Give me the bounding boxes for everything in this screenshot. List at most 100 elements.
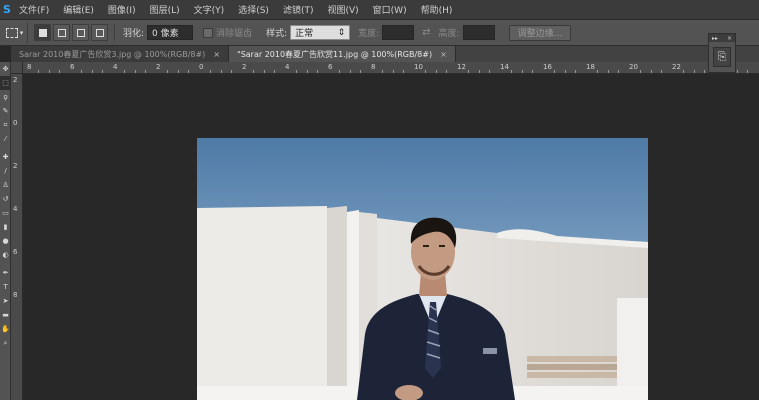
blur-tool-icon[interactable]: ● (0, 234, 11, 248)
history-panel-button[interactable]: ⎘ (713, 47, 731, 67)
move-tool-icon[interactable]: ✥ (0, 62, 11, 76)
style-label: 样式: (266, 29, 288, 39)
intersect-selection-button[interactable] (91, 24, 108, 41)
collapsed-panel: ▸▸ × ⎘ (708, 33, 736, 73)
chevron-updown-icon: ⇕ (337, 27, 346, 38)
ruler-h-label: 4 (285, 63, 290, 71)
shape-tool-icon[interactable]: ▬ (0, 308, 11, 322)
ruler-tick (596, 70, 598, 73)
menu-window[interactable]: 窗口(W) (368, 3, 412, 16)
ruler-tick (575, 70, 577, 73)
history-icon: ⎘ (717, 50, 727, 63)
ruler-h-label: 14 (500, 63, 509, 71)
new-selection-button[interactable] (34, 24, 51, 41)
menu-filter[interactable]: 滤镜(T) (278, 3, 319, 16)
ruler-tick (650, 70, 652, 73)
ruler-tick (489, 70, 491, 73)
clone-stamp-tool-icon[interactable]: ♙ (0, 178, 11, 192)
antialias-checkbox[interactable] (203, 27, 214, 38)
ruler-tick (553, 70, 555, 73)
tab-document-2[interactable]: "Sarar 2010春夏广告欣赏11.jpg @ 100%(RGB/8#) × (229, 46, 456, 62)
ruler-tick (639, 70, 641, 73)
healing-brush-tool-icon[interactable]: ✚ (0, 150, 11, 164)
vertical-ruler[interactable]: 2 0 2 4 6 8 (11, 74, 23, 400)
add-selection-button[interactable] (53, 24, 70, 41)
ruler-tick (102, 70, 104, 73)
refine-edge-button[interactable]: 调整边缘... (508, 24, 572, 41)
marquee-tool-icon[interactable]: ⬚ (0, 76, 11, 90)
ruler-h-label: 20 (629, 63, 638, 71)
close-icon[interactable]: × (213, 50, 220, 59)
selection-mode-group (34, 24, 115, 41)
pen-tool-icon[interactable]: ✒ (0, 266, 11, 280)
panel-header: ▸▸ × (709, 34, 735, 42)
ruler-h-label: 8 (371, 63, 376, 71)
crop-tool-icon[interactable]: ⌗ (0, 118, 11, 132)
document-image[interactable] (197, 138, 648, 400)
ruler-tick (510, 70, 512, 73)
expand-panels-icon[interactable]: ▸▸ (712, 35, 718, 42)
subtract-selection-button[interactable] (72, 24, 89, 41)
options-bar: ▾ 羽化: 0 像素 消除锯齿 样式: 正常 ⇕ 宽度: ⇄ 高度: 调整边缘.… (0, 20, 759, 46)
ruler-tick (424, 70, 426, 73)
swap-icon[interactable]: ⇄ (422, 27, 430, 38)
type-tool-icon[interactable]: T (0, 280, 11, 294)
height-input[interactable] (462, 25, 495, 40)
width-label: 宽度: (358, 29, 380, 39)
ruler-tick (123, 70, 125, 73)
menu-view[interactable]: 视图(V) (322, 3, 363, 16)
lasso-tool-icon[interactable]: ϙ (0, 90, 11, 104)
ruler-tick (59, 70, 61, 73)
menu-edit[interactable]: 编辑(E) (58, 3, 99, 16)
ruler-tick (263, 70, 265, 73)
history-brush-tool-icon[interactable]: ↺ (0, 192, 11, 206)
menu-type[interactable]: 文字(Y) (189, 3, 230, 16)
ruler-tick (607, 70, 609, 73)
gradient-tool-icon[interactable]: ▮ (0, 220, 11, 234)
height-label: 高度: (438, 29, 460, 39)
ruler-tick (446, 70, 448, 73)
ruler-origin[interactable] (11, 62, 23, 74)
menu-image[interactable]: 图像(I) (103, 3, 141, 16)
add-selection-icon (57, 28, 66, 37)
menu-select[interactable]: 选择(S) (233, 3, 274, 16)
menu-layer[interactable]: 图层(L) (145, 3, 185, 16)
ruler-tick (145, 70, 147, 73)
eraser-tool-icon[interactable]: ▭ (0, 206, 11, 220)
hand-tool-icon[interactable]: ✋ (0, 322, 11, 336)
ruler-tick (80, 70, 82, 73)
tab-label: "Sarar 2010春夏广告欣赏11.jpg @ 100%(RGB/8#) (237, 49, 433, 59)
marquee-icon (5, 27, 18, 38)
menu-help[interactable]: 帮助(H) (416, 3, 458, 16)
ruler-tick (478, 70, 480, 73)
ruler-tick (252, 70, 254, 73)
zoom-tool-icon[interactable]: ⌕ (0, 336, 11, 350)
dodge-tool-icon[interactable]: ◐ (0, 248, 11, 262)
ruler-h-label: 2 (242, 63, 247, 71)
eyedropper-tool-icon[interactable]: ⁄ (0, 132, 11, 146)
close-icon[interactable]: × (727, 35, 732, 42)
ruler-tick (295, 70, 297, 73)
close-icon[interactable]: × (440, 50, 447, 59)
tools-panel: ✥ ⬚ ϙ ✎ ⌗ ⁄ ✚ ∕ ♙ ↺ ▭ ▮ ● ◐ ✒ T ➤ ▬ ✋ ⌕ (0, 62, 11, 400)
horizontal-ruler[interactable]: 8642024681012141618202224 (23, 62, 759, 74)
width-input[interactable] (382, 25, 415, 40)
tool-preset-picker[interactable]: ▾ (2, 22, 28, 43)
ruler-tick (618, 70, 620, 73)
ruler-h-label: 0 (199, 63, 204, 71)
canvas-workspace[interactable] (24, 75, 759, 400)
brush-tool-icon[interactable]: ∕ (0, 164, 11, 178)
ruler-h-label: 6 (70, 63, 75, 71)
tab-document-1[interactable]: Sarar 2010春夏广告欣赏3.jpg @ 100%(RGB/8#) × (11, 46, 230, 62)
feather-input[interactable]: 0 像素 (147, 25, 194, 40)
menu-file[interactable]: 文件(F) (14, 3, 54, 16)
ruler-tick (349, 70, 351, 73)
ruler-tick (532, 70, 534, 73)
ruler-tick (177, 70, 179, 73)
antialias-label: 消除锯齿 (216, 29, 253, 39)
style-select[interactable]: 正常 ⇕ (290, 25, 351, 40)
path-selection-tool-icon[interactable]: ➤ (0, 294, 11, 308)
document-tab-bar: Sarar 2010春夏广告欣赏3.jpg @ 100%(RGB/8#) × "… (11, 46, 759, 62)
quick-select-tool-icon[interactable]: ✎ (0, 104, 11, 118)
ruler-h-label: 8 (27, 63, 32, 71)
